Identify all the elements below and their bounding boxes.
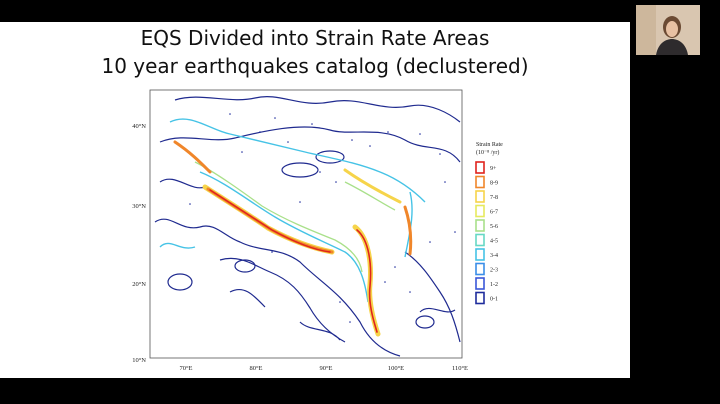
presenter-video-tile[interactable] (636, 5, 700, 55)
legend-title: Strain Rate (476, 142, 503, 148)
presenter-webcam-image (636, 5, 700, 55)
legend-swatch-1 (475, 175, 485, 189)
y-tick-40n: 40°N (132, 123, 146, 130)
legend-swatch-3 (475, 204, 485, 218)
legend-swatch-5 (475, 233, 485, 247)
legend-label-2: 7-8 (490, 195, 498, 201)
x-tick-110e: 110°E (452, 365, 468, 372)
legend-swatch-7 (475, 262, 485, 276)
x-tick-100e: 100°E (388, 365, 404, 372)
presentation-slide: EQS Divided into Strain Rate Areas 10 ye… (0, 22, 630, 378)
legend-swatch-4 (475, 219, 485, 232)
legend-swatch-8 (475, 277, 485, 290)
legend-label-5: 4-5 (490, 239, 498, 245)
legend-label-0: 9+ (490, 166, 497, 172)
legend-label-4: 5-6 (490, 224, 498, 230)
x-tick-90e: 90°E (319, 365, 332, 372)
legend-swatch-2 (475, 190, 485, 203)
legend-label-8: 1-2 (490, 282, 498, 288)
legend-label-3: 6-7 (490, 210, 498, 216)
legend-label-6: 3-4 (490, 253, 498, 259)
legend-label-1: 8-9 (490, 181, 498, 187)
y-tick-30n: 30°N (132, 203, 146, 210)
y-tick-20n: 20°N (132, 281, 146, 288)
x-tick-80e: 80°E (249, 365, 262, 372)
legend-units: (10⁻⁸ /yr) (476, 149, 499, 156)
legend-swatch-9 (475, 291, 485, 305)
map-frame (149, 89, 463, 359)
legend-label-7: 2-3 (490, 268, 498, 274)
legend-label-9: 0-1 (490, 297, 498, 303)
y-tick-10n: 10°N (132, 357, 146, 364)
strain-rate-map: 40°N 30°N 20°N 10°N 70°E 80°E 90°E 100°E… (132, 89, 503, 372)
x-tick-70e: 70°E (179, 365, 192, 372)
legend-swatch-0 (475, 161, 485, 174)
legend-swatch-6 (475, 248, 485, 261)
strain-rate-legend: 9+ 8-9 7-8 6-7 5-6 4-5 3-4 2-3 1-2 0-1 (475, 161, 498, 305)
